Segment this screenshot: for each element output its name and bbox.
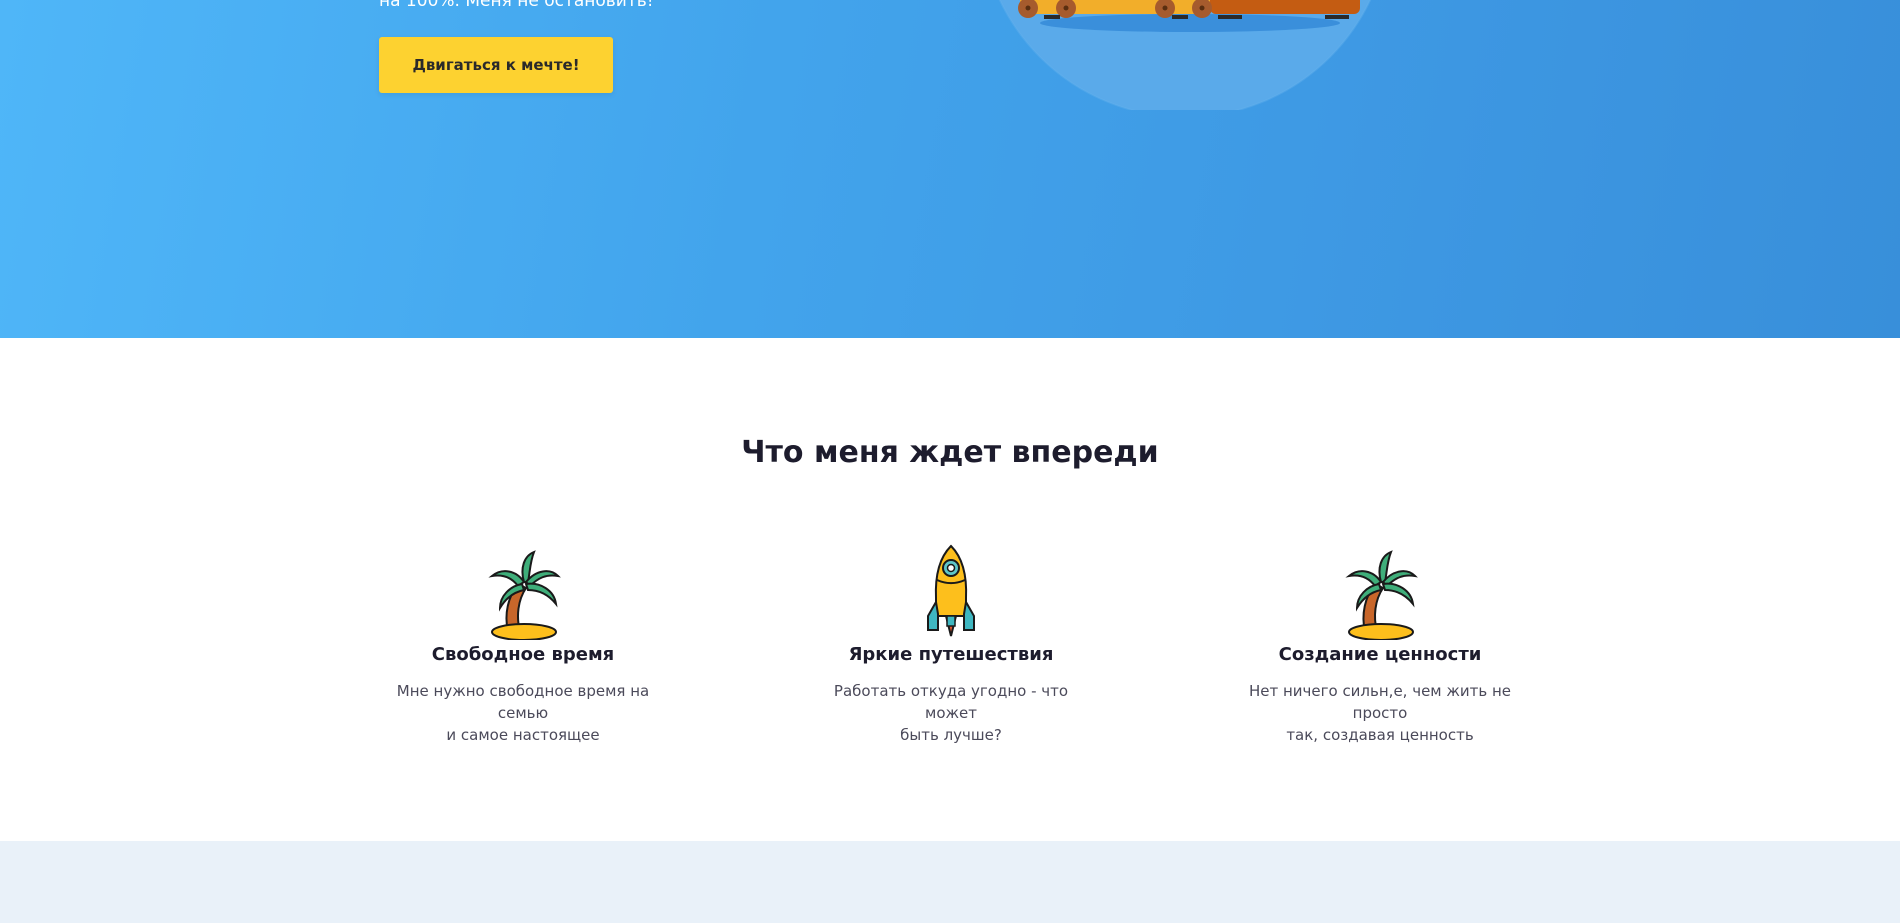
feature-title: Яркие путешествия: [848, 644, 1054, 665]
feature-desc: Нет ничего сильн,е, чем жить не просто т…: [1230, 680, 1530, 746]
feature-title: Создание ценности: [1278, 644, 1482, 665]
feature-desc-line: и самое настоящее: [446, 726, 600, 744]
feature-desc-line: быть лучше?: [900, 726, 1002, 744]
next-section-band: [0, 841, 1900, 923]
feature-desc-line: так, создавая ценность: [1286, 726, 1474, 744]
feature-desc: Работать откуда угодно - что может быть …: [801, 680, 1101, 746]
hero-text: на 100%. Меня не остановить!: [379, 0, 654, 11]
features-section: Что меня ждет впереди Свободное время Мн…: [0, 338, 1900, 841]
page: на 100%. Меня не остановить! Двигаться к…: [0, 0, 1900, 923]
feature-desc: Мне нужно свободное время на семью и сам…: [373, 680, 673, 746]
feature-value: Создание ценности Нет ничего сильн,е, че…: [1230, 542, 1530, 746]
palm-island-icon: [1345, 550, 1418, 640]
feature-desc-line: Мне нужно свободное время на семью: [396, 682, 650, 722]
cta-button[interactable]: Двигаться к мечте!: [379, 37, 613, 93]
feature-free-time: Свободное время Мне нужно свободное врем…: [373, 542, 673, 746]
feature-title: Свободное время: [431, 644, 615, 665]
feature-desc-line: Нет ничего сильн,е, чем жить не просто: [1248, 682, 1512, 722]
palm-island-icon: [488, 550, 561, 640]
section-title: Что меня ждет впереди: [741, 435, 1159, 470]
rocket-icon: [927, 544, 975, 637]
feature-desc-line: Работать откуда угодно - что может: [833, 682, 1069, 722]
hero-section: на 100%. Меня не остановить! Двигаться к…: [0, 0, 1900, 338]
feature-travel: Яркие путешествия Работать откуда угодно…: [801, 542, 1101, 746]
hero-illustration: [998, 0, 1372, 110]
